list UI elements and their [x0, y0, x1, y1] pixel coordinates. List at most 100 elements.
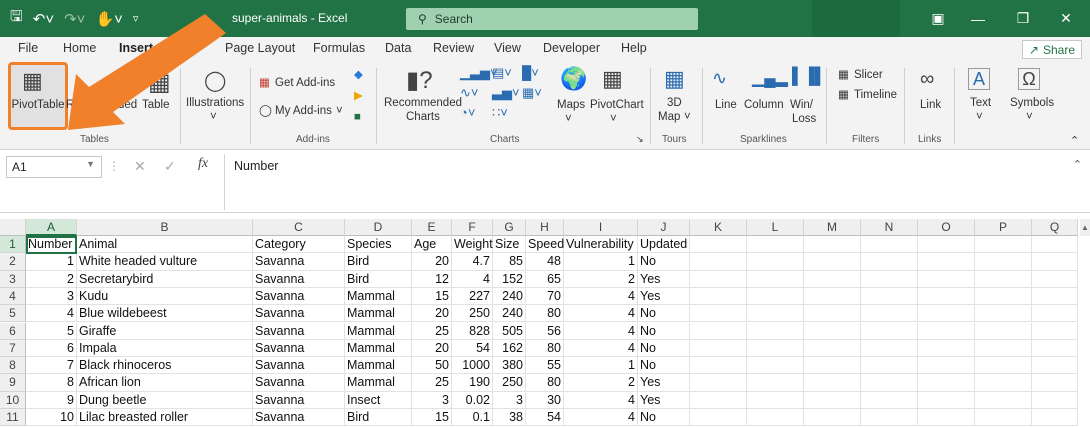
table-cell[interactable]: 48	[526, 253, 564, 271]
empty-cell[interactable]	[747, 374, 804, 392]
table-cell[interactable]: Savanna	[253, 357, 345, 375]
table-cell[interactable]: Savanna	[253, 391, 345, 409]
table-cell[interactable]: Savanna	[253, 339, 345, 358]
my-addins-button[interactable]: My Add-ins	[275, 104, 332, 118]
expand-formula-bar-icon[interactable]: ⌃	[1073, 158, 1082, 171]
close-icon[interactable]: ✕	[1043, 0, 1089, 37]
table-cell[interactable]: 4	[564, 322, 638, 340]
table-cell[interactable]: 7	[26, 357, 77, 375]
empty-cell[interactable]	[975, 236, 1032, 254]
empty-cell[interactable]	[804, 409, 861, 427]
column-header-n[interactable]: N	[861, 219, 918, 236]
table-cell[interactable]: Yes	[638, 270, 690, 288]
table-cell[interactable]: 1	[564, 357, 638, 375]
sparkline-column-button[interactable]: Column	[744, 98, 784, 112]
table-cell[interactable]: No	[638, 253, 690, 271]
table-cell[interactable]: 1	[26, 253, 77, 271]
empty-cell[interactable]	[861, 339, 918, 358]
column-header-m[interactable]: M	[804, 219, 861, 236]
table-cell[interactable]: 3	[412, 391, 452, 409]
recommended-charts-label-1[interactable]: Recommended	[384, 96, 462, 110]
table-cell[interactable]: No	[638, 305, 690, 323]
table-cell[interactable]: Mammal	[345, 339, 412, 358]
empty-cell[interactable]	[690, 339, 747, 358]
row-header-9[interactable]: 9	[0, 374, 26, 392]
column-header-k[interactable]: K	[690, 219, 747, 236]
empty-cell[interactable]	[804, 322, 861, 340]
empty-cell[interactable]	[747, 339, 804, 358]
empty-cell[interactable]	[918, 391, 975, 409]
visio-icon[interactable]: ■	[354, 110, 361, 124]
empty-cell[interactable]	[861, 391, 918, 409]
tab-developer[interactable]: Developer	[543, 41, 600, 55]
table-cell[interactable]: 250	[493, 374, 526, 392]
table-cell[interactable]: 54	[526, 409, 564, 427]
name-box[interactable]: A1 ▼	[6, 156, 102, 178]
empty-cell[interactable]	[975, 357, 1032, 375]
table-cell[interactable]: Kudu	[77, 287, 253, 306]
table-cell[interactable]: 20	[412, 339, 452, 358]
empty-cell[interactable]	[690, 305, 747, 323]
table-cell[interactable]: 9	[26, 391, 77, 409]
empty-cell[interactable]	[975, 409, 1032, 427]
cancel-icon[interactable]: ✕	[134, 158, 146, 175]
column-header-b[interactable]: B	[77, 219, 253, 236]
line-chart-icon[interactable]: ∿˅	[460, 86, 478, 100]
table-cell[interactable]: Blue wildebeest	[77, 305, 253, 323]
dialog-launcher-icon[interactable]: ↘	[636, 132, 644, 146]
table-cell[interactable]: 162	[493, 339, 526, 358]
table-cell[interactable]: 1	[564, 253, 638, 271]
table-cell[interactable]: Savanna	[253, 305, 345, 323]
table-cell[interactable]: Savanna	[253, 322, 345, 340]
combo-chart-icon[interactable]: ▦˅	[522, 86, 542, 100]
table-cell[interactable]: 50	[412, 357, 452, 375]
tab-help[interactable]: Help	[621, 41, 647, 55]
table-cell[interactable]: No	[638, 322, 690, 340]
hierarchy-chart-icon[interactable]: ▤˅	[492, 66, 512, 80]
empty-cell[interactable]	[918, 357, 975, 375]
table-cell[interactable]: Savanna	[253, 409, 345, 427]
timeline-button[interactable]: Timeline	[854, 88, 897, 102]
table-cell[interactable]: 1000	[452, 357, 493, 375]
column-header-l[interactable]: L	[747, 219, 804, 236]
row-header-8[interactable]: 8	[0, 357, 26, 375]
empty-cell[interactable]	[918, 270, 975, 288]
column-header-q[interactable]: Q	[1032, 219, 1078, 236]
table-cell[interactable]: Bird	[345, 409, 412, 427]
table-cell[interactable]: 80	[526, 374, 564, 392]
empty-cell[interactable]	[804, 287, 861, 306]
table-cell[interactable]: 240	[493, 305, 526, 323]
table-cell[interactable]: 380	[493, 357, 526, 375]
table-cell[interactable]: 2	[564, 374, 638, 392]
table-cell[interactable]: 4	[564, 339, 638, 358]
formula-input[interactable]: Number	[224, 154, 1082, 210]
empty-cell[interactable]	[918, 287, 975, 306]
tab-insert[interactable]: Insert	[119, 41, 153, 55]
table-cell[interactable]: 38	[493, 409, 526, 427]
column-header-o[interactable]: O	[918, 219, 975, 236]
row-header-2[interactable]: 2	[0, 253, 26, 271]
bing-maps-icon[interactable]: ▶	[354, 89, 363, 103]
row-header-10[interactable]: 10	[0, 391, 26, 409]
empty-cell[interactable]	[690, 322, 747, 340]
table-cell[interactable]: 4	[564, 305, 638, 323]
empty-cell[interactable]	[804, 305, 861, 323]
header-cell[interactable]: Weight	[452, 236, 493, 254]
sparkline-winloss-label-2[interactable]: Loss	[792, 112, 816, 126]
table-cell[interactable]: 20	[412, 253, 452, 271]
empty-cell[interactable]	[690, 391, 747, 409]
table-cell[interactable]: 2	[564, 270, 638, 288]
header-cell[interactable]: Animal	[77, 236, 253, 254]
slicer-button[interactable]: Slicer	[854, 68, 883, 82]
table-cell[interactable]: No	[638, 339, 690, 358]
empty-cell[interactable]	[918, 339, 975, 358]
empty-cell[interactable]	[1032, 305, 1078, 323]
empty-cell[interactable]	[690, 409, 747, 427]
empty-cell[interactable]	[975, 322, 1032, 340]
header-cell[interactable]: Updated	[638, 236, 690, 254]
share-button[interactable]: ↗ Share	[1021, 40, 1082, 59]
minimize-icon[interactable]: —	[955, 0, 1001, 37]
table-cell[interactable]: 505	[493, 322, 526, 340]
empty-cell[interactable]	[804, 253, 861, 271]
empty-cell[interactable]	[975, 253, 1032, 271]
